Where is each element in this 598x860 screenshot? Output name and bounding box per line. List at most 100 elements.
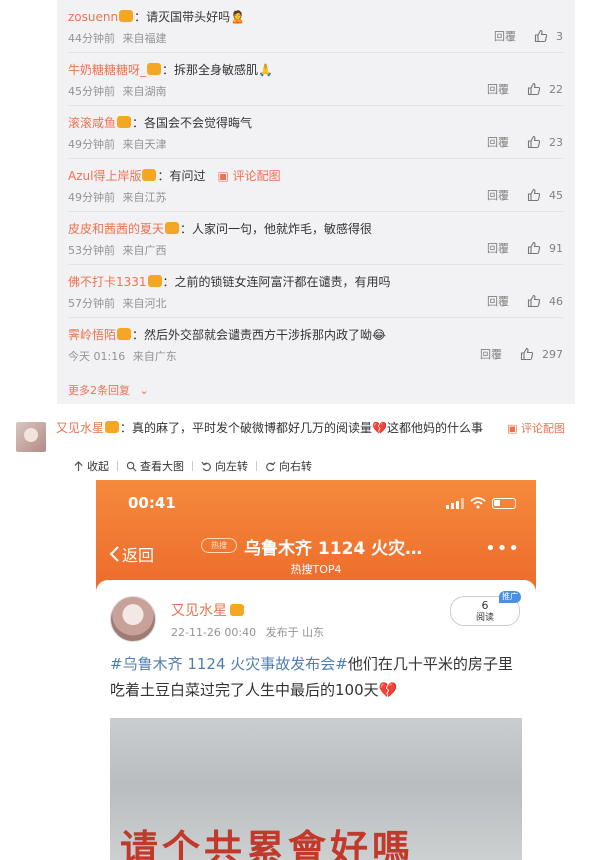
rotate-left-label: 向左转	[215, 460, 248, 473]
thumbs-up-icon	[527, 294, 541, 308]
rotate-right-icon	[266, 461, 276, 471]
comment-pic-label: 评论配图	[521, 422, 565, 435]
divider	[117, 461, 118, 471]
reply-line: zosuenn ：请灭国带头好吗🙎	[68, 9, 245, 25]
reply-username[interactable]: 牛奶糖糖糖呀_	[68, 63, 146, 77]
reply-line: Azul得上岸版 ：有问过 ▣ 评论配图	[68, 168, 281, 184]
reply-source: 来自湖南	[122, 85, 167, 98]
reply-username[interactable]: zosuenn	[68, 10, 118, 24]
like-count: 45	[549, 188, 563, 202]
reply-meta: 49分钟前 来自江苏	[68, 189, 167, 205]
reply-actions: 回覆 45	[487, 187, 563, 203]
vip-badge-icon	[105, 421, 120, 433]
comment-text-b: 这都他妈的什么事	[386, 421, 483, 435]
like-button[interactable]: 45	[527, 188, 563, 202]
read-label: 阅读	[475, 613, 494, 623]
like-count: 297	[542, 347, 563, 361]
like-button[interactable]: 22	[527, 82, 563, 96]
thumbs-up-icon	[527, 188, 541, 202]
comment-pic-link[interactable]: ▣ 评论配图	[507, 420, 565, 436]
chevron-down-icon: ⌄	[139, 384, 149, 397]
reply-button[interactable]: 回覆	[480, 346, 502, 362]
reply-button[interactable]: 回覆	[494, 28, 516, 44]
reply-item: zosuenn ：请灭国带头好吗🙎 44分钟前 来自福建 回覆 3	[57, 0, 575, 53]
signal-icon	[446, 497, 464, 509]
reply-text: ：拆那全身敏感肌	[162, 63, 259, 77]
more-replies-link[interactable]: 更多2条回复 ⌄	[68, 382, 149, 398]
reply-source: 来自天津	[122, 138, 167, 151]
post-date: 22-11-26 00:40	[171, 626, 257, 639]
reply-item: 滚滚咸鱼 ：各国会不会觉得晦气 49分钟前 来自天津 回覆 23	[57, 106, 575, 159]
reply-meta: 53分钟前 来自广西	[68, 242, 167, 258]
comment-item: 又见水星 ：真的麻了，平时发个破微博都好几万的阅读量💔这都他妈的什么事 ▣ 评论配…	[0, 412, 598, 860]
thumbs-up-icon	[527, 82, 541, 96]
reply-line: 牛奶糖糖糖呀_ ：拆那全身敏感肌🙏	[68, 62, 273, 78]
phone-header: 00:41 返回 热搜 乌鲁木齐 1124 火灾… 热搜TOP4 •••	[96, 480, 536, 593]
reply-button[interactable]: 回覆	[487, 293, 509, 309]
promo-tag: 推广	[499, 591, 521, 603]
like-button[interactable]: 46	[527, 294, 563, 308]
reply-source: 来自福建	[122, 32, 167, 45]
post-photo: 请个共累會好嗎	[110, 718, 522, 860]
vip-badge-icon	[119, 10, 134, 22]
divider	[256, 461, 257, 471]
view-large-label: 查看大图	[140, 460, 184, 473]
rotate-right-button[interactable]: 向右转	[265, 458, 312, 474]
pic-link-label: 评论配图	[232, 169, 281, 183]
reply-text: ：人家问一句，他就炸毛，敏感得很	[180, 222, 373, 236]
collapse-button[interactable]: 收起	[73, 458, 109, 474]
reply-time: 45分钟前	[68, 85, 115, 98]
reply-item: 牛奶糖糖糖呀_ ：拆那全身敏感肌🙏 45分钟前 来自湖南 回覆 22	[57, 53, 575, 106]
reply-button[interactable]: 回覆	[487, 81, 509, 97]
reply-actions: 回覆 22	[487, 81, 563, 97]
post-meta: 22-11-26 00:40 发布于 山东	[171, 624, 324, 640]
comment-pic-link[interactable]: ▣ 评论配图	[217, 169, 280, 183]
reply-username[interactable]: 佛不打卡1331	[68, 275, 147, 289]
reply-box: zosuenn ：请灭国带头好吗🙎 44分钟前 来自福建 回覆 3 牛奶糖糖糖呀_…	[57, 0, 575, 404]
vip-badge-icon	[142, 169, 157, 181]
reply-text: ：有问过	[157, 169, 206, 183]
image-icon: ▣	[217, 169, 229, 183]
photo-graffiti-text: 请个共累會好嗎	[120, 826, 415, 860]
reply-meta: 57分钟前 来自河北	[68, 295, 167, 311]
like-button[interactable]: 3	[534, 29, 563, 43]
reply-username[interactable]: Azul得上岸版	[68, 169, 141, 183]
like-button[interactable]: 91	[527, 241, 563, 255]
avatar[interactable]	[16, 422, 46, 452]
reply-item: 霁岭悟陌 ：然后外交部就会谴责西方干涉拆那内政了呦😂 今天 01:16 来自广东 …	[57, 318, 575, 371]
reply-source: 来自广东	[132, 350, 177, 363]
vip-badge-icon	[117, 328, 132, 340]
reply-actions: 回覆 23	[487, 134, 563, 150]
view-large-button[interactable]: 查看大图	[126, 458, 184, 474]
reply-username[interactable]: 滚滚咸鱼	[68, 116, 116, 130]
reply-username[interactable]: 皮皮和茜茜的夏天	[68, 222, 164, 236]
more-icon: •••	[485, 538, 520, 559]
like-button[interactable]: 23	[527, 135, 563, 149]
comment-username[interactable]: 又见水星	[56, 421, 104, 435]
reply-time: 44分钟前	[68, 32, 115, 45]
like-button[interactable]: 297	[520, 347, 563, 361]
reply-username[interactable]: 霁岭悟陌	[68, 328, 116, 342]
post-text: #乌鲁木齐 1124 火灾事故发布会#他们在几十平米的房子里吃着土豆白菜过完了人…	[110, 651, 520, 703]
reply-button[interactable]: 回覆	[487, 240, 509, 256]
reply-time: 49分钟前	[68, 138, 115, 151]
emoji-icon: 🙏	[258, 63, 273, 77]
reply-line: 佛不打卡1331 ：之前的锁链女连阿富汗都在谴责，有用吗	[68, 274, 391, 290]
search-icon	[126, 461, 137, 472]
image-icon: ▣	[507, 422, 518, 435]
status-icons	[446, 497, 516, 509]
picture-viewer: 收起 查看大图 向左转 向右转 00:41 返回 热搜 乌鲁木齐 1124 火灾…	[57, 447, 575, 860]
reply-item: 佛不打卡1331 ：之前的锁链女连阿富汗都在谴责，有用吗 57分钟前 来自河北 回…	[57, 265, 575, 318]
reply-item: 皮皮和茜茜的夏天 ：人家问一句，他就炸毛，敏感得很 53分钟前 来自广西 回覆 9…	[57, 212, 575, 265]
reply-source: 来自江苏	[122, 191, 167, 204]
reply-actions: 回覆 46	[487, 293, 563, 309]
phone-subtitle: 热搜TOP4	[290, 563, 342, 576]
reply-meta: 45分钟前 来自湖南	[68, 83, 167, 99]
rotate-left-button[interactable]: 向左转	[201, 458, 248, 474]
reply-text: ：然后外交部就会谴责西方干涉拆那内政了呦	[132, 328, 373, 342]
reply-button[interactable]: 回覆	[487, 134, 509, 150]
like-count: 91	[549, 241, 563, 255]
reply-button[interactable]: 回覆	[487, 187, 509, 203]
screenshot-image[interactable]: 00:41 返回 热搜 乌鲁木齐 1124 火灾… 热搜TOP4 ••• 又见水…	[96, 480, 536, 860]
reply-text: ：各国会不会觉得晦气	[132, 116, 253, 130]
